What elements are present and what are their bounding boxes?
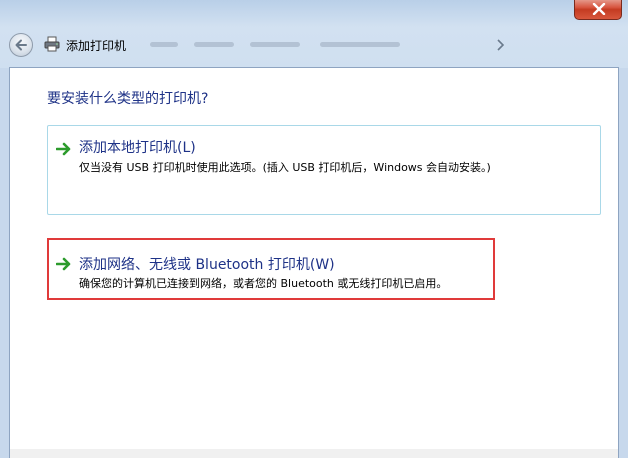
footer: [9, 449, 619, 458]
add-local-printer-title: 添加本地打印机(L): [79, 140, 196, 156]
title-bar: [0, 0, 628, 68]
add-local-printer-option[interactable]: 添加本地打印机(L) 仅当没有 USB 打印机时使用此选项。(插入 USB 打印…: [47, 125, 601, 215]
close-icon: [592, 3, 606, 15]
add-local-printer-description: 仅当没有 USB 打印机时使用此选项。(插入 USB 打印机后，Windows …: [79, 161, 491, 174]
window-title: 添加打印机: [66, 39, 127, 53]
green-arrow-icon: [56, 257, 71, 271]
add-network-printer-option[interactable]: 添加网络、无线或 Bluetooth 打印机(W) 确保您的计算机已连接到网络，…: [47, 238, 495, 300]
back-arrow-icon: [15, 39, 27, 51]
green-arrow-icon: [56, 142, 71, 156]
page-heading: 要安装什么类型的打印机?: [47, 91, 209, 107]
wizard-content: 要安装什么类型的打印机? 添加本地打印机(L) 仅当没有 USB 打印机时使用此…: [9, 67, 619, 450]
back-button[interactable]: [9, 33, 33, 57]
add-network-printer-title: 添加网络、无线或 Bluetooth 打印机(W): [79, 257, 335, 273]
close-button[interactable]: [574, 0, 622, 20]
chevron-right-icon[interactable]: [494, 38, 508, 52]
printer-icon: [44, 36, 60, 52]
add-network-printer-description: 确保您的计算机已连接到网络，或者您的 Bluetooth 或无线打印机已启用。: [79, 277, 448, 290]
breadcrumb[interactable]: [150, 39, 470, 51]
